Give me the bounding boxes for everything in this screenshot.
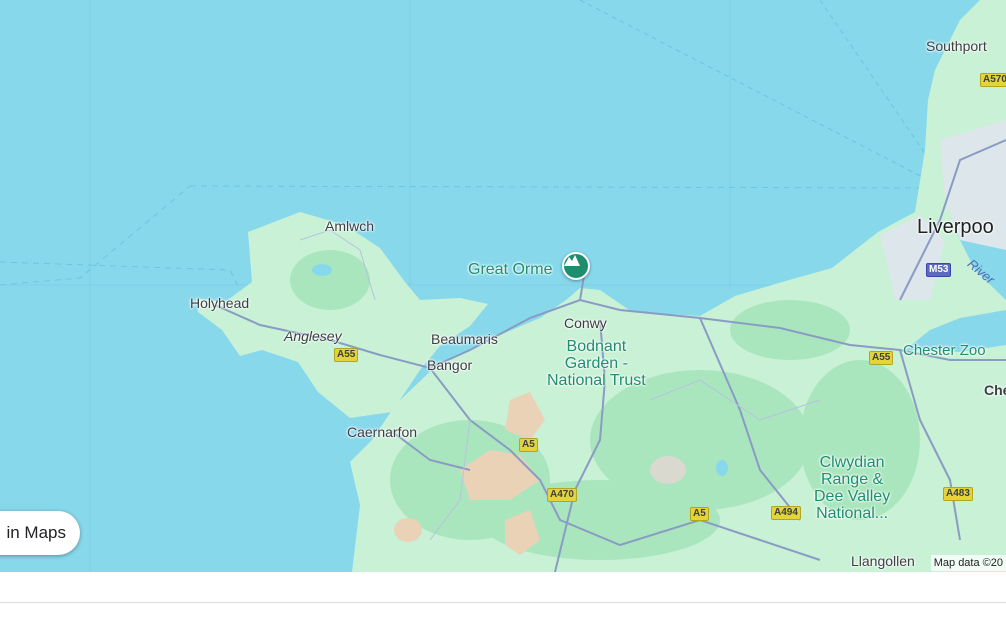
label-beaumaris: Beaumaris — [431, 331, 498, 347]
clwydian-line-2: Range & — [820, 471, 884, 488]
label-bangor: Bangor — [427, 357, 473, 373]
label-amlwch: Amlwch — [325, 218, 375, 234]
road-shield-a55: A55 — [334, 348, 359, 362]
label-anglesey: Anglesey — [284, 328, 342, 344]
clwydian-line-3: Dee Valley — [814, 488, 891, 505]
label-caernarfon: Caernarfon — [347, 424, 418, 440]
open-in-maps-button[interactable]: in Maps — [0, 511, 80, 555]
bodnant-line-2: Garden - — [564, 355, 628, 372]
label-llangollen: Llangollen — [851, 553, 915, 569]
label-holyhead: Holyhead — [190, 295, 250, 311]
map-view[interactable]: Southport Liverpoo Amlwch Holyhead Angle… — [0, 0, 1006, 572]
location-pin[interactable] — [562, 252, 590, 280]
road-shield-a494: A494 — [771, 506, 801, 520]
road-shield-a570: A570 — [980, 73, 1006, 87]
label-liverpool: Liverpoo — [917, 216, 994, 238]
label-conwy: Conwy — [564, 315, 607, 331]
label-great-orme[interactable]: Great Orme — [468, 261, 552, 278]
clwydian-line-1: Clwydian — [819, 454, 885, 471]
road-shield-a55: A55 — [869, 351, 894, 365]
road-shield-a5: A5 — [690, 507, 709, 521]
label-bodnant-garden[interactable]: Bodnant Garden - National Trust — [547, 338, 646, 389]
bodnant-line-1: Bodnant — [566, 338, 627, 355]
label-southport: Southport — [926, 38, 987, 54]
road-shield-a5: A5 — [519, 438, 538, 452]
label-chester-zoo: Chester Zoo — [903, 342, 986, 359]
road-shield-a483: A483 — [943, 487, 973, 501]
map-attribution: Map data ©20 — [930, 555, 1006, 571]
road-shield-a470: A470 — [547, 488, 577, 502]
label-clwydian-range[interactable]: Clwydian Range & Dee Valley National... — [814, 454, 890, 522]
clwydian-line-4: National... — [816, 505, 889, 522]
divider — [0, 602, 1006, 603]
label-chester: Che — [984, 382, 1006, 398]
mountain-icon — [564, 255, 580, 266]
road-shield-m53: M53 — [926, 263, 952, 277]
bodnant-line-3: National Trust — [547, 372, 646, 389]
